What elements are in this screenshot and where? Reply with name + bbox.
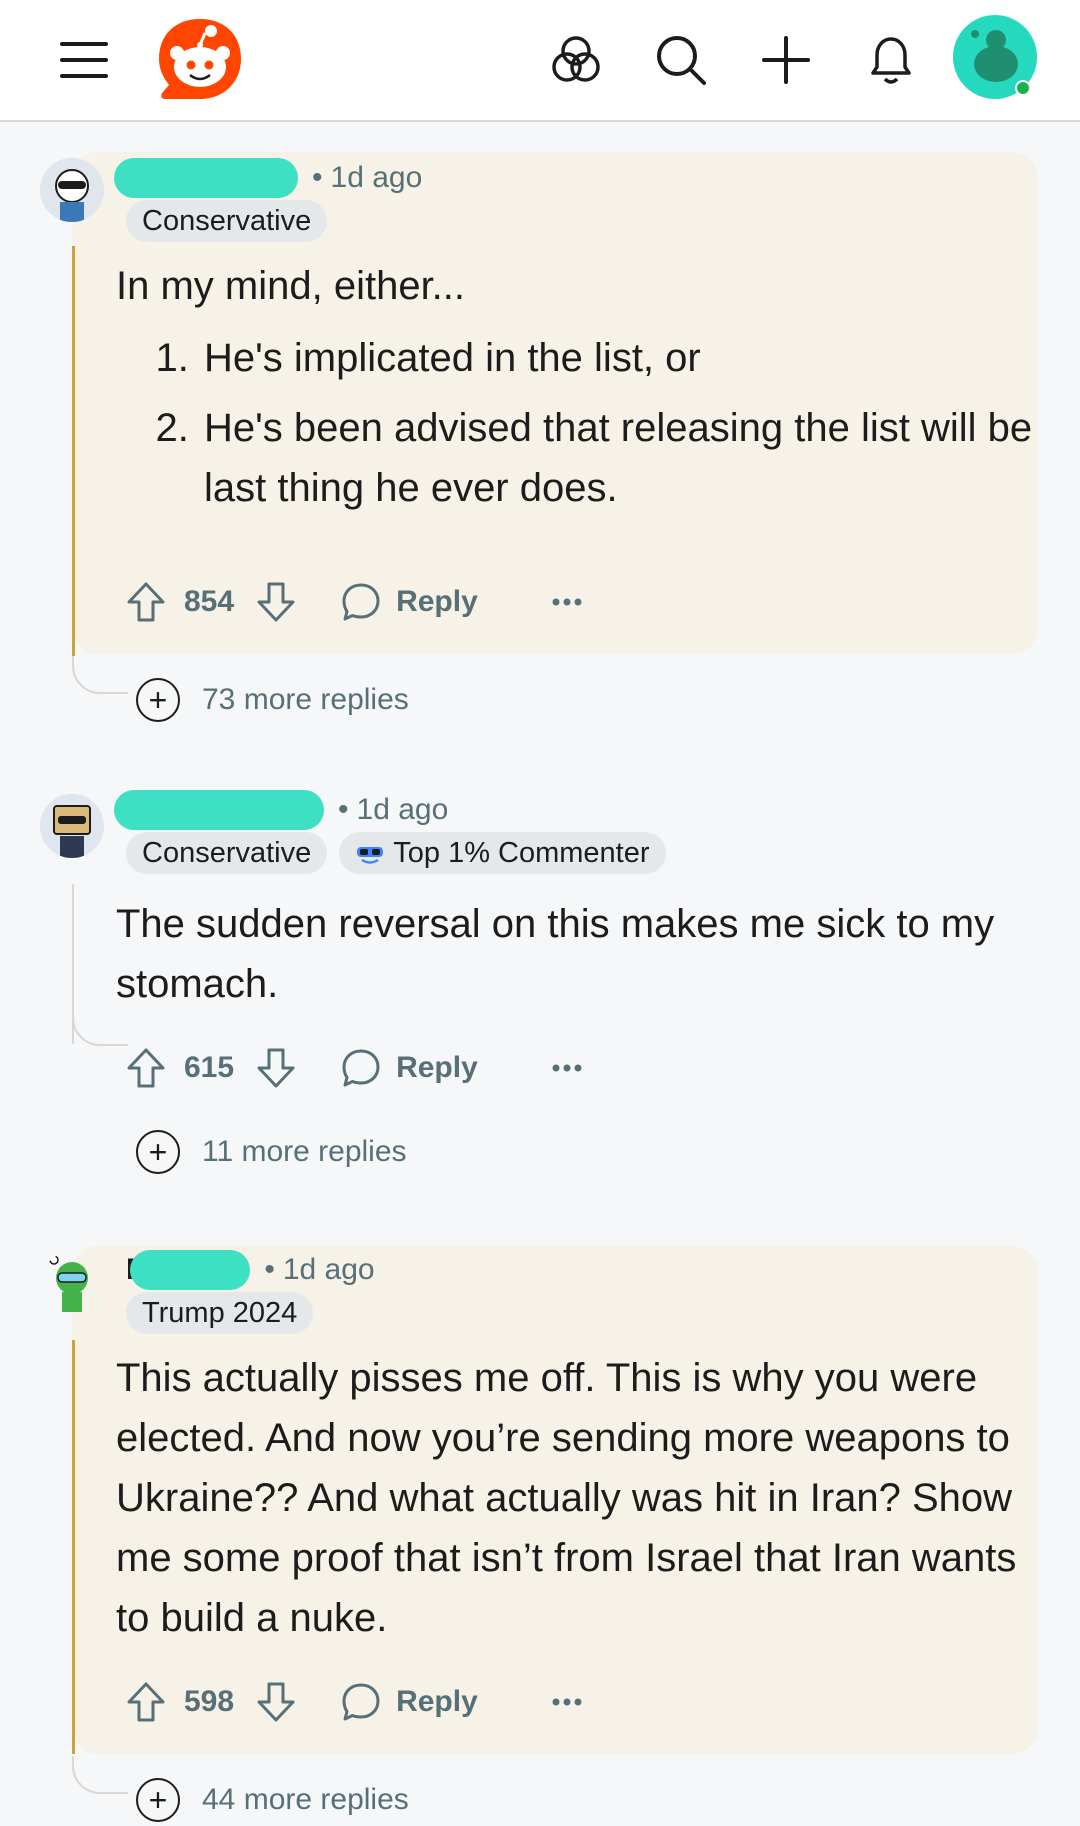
user-flair: Trump 2024 xyxy=(126,1292,314,1334)
profile-avatar[interactable] xyxy=(952,14,1038,100)
thread-connector xyxy=(72,656,128,694)
comment-actions: 854 Reply xyxy=(126,574,582,630)
redacted-username xyxy=(130,1250,251,1290)
user-avatar[interactable] xyxy=(40,158,104,222)
user-avatar[interactable] xyxy=(40,1252,104,1316)
comment-body: The sudden reversal on this makes me sic… xyxy=(116,894,1036,1014)
user-avatar[interactable] xyxy=(40,794,104,858)
more-options-icon[interactable] xyxy=(552,1697,582,1707)
search-icon[interactable] xyxy=(643,22,719,98)
vote-score: 598 xyxy=(184,1685,235,1718)
comment-meta: F • 1d ago xyxy=(114,1250,375,1290)
notifications-icon[interactable] xyxy=(853,22,929,98)
downvote-button[interactable] xyxy=(256,1047,296,1089)
upvote-button[interactable] xyxy=(126,1047,166,1089)
reply-button[interactable]: Reply xyxy=(340,1681,478,1723)
comment-actions: 598 Reply xyxy=(126,1674,582,1730)
thread-connector xyxy=(72,1756,128,1794)
achievement-flair: Top 1% Commenter xyxy=(339,832,666,874)
comment-thread-line xyxy=(72,1340,75,1754)
comment-meta: • 1d ago xyxy=(114,158,422,198)
create-icon[interactable] xyxy=(748,22,824,98)
reply-label: Reply xyxy=(396,1685,478,1718)
comment-time: 1d ago xyxy=(330,161,423,194)
separator-dot: • xyxy=(338,793,349,826)
expand-plus-icon: + xyxy=(136,1130,180,1174)
comment-thread-line xyxy=(72,246,75,656)
upvote-button[interactable] xyxy=(126,1681,166,1723)
comment-list: He's implicated in the list, or He's bee… xyxy=(116,328,1036,518)
achievement-flair-label: Top 1% Commenter xyxy=(393,837,650,869)
comment-body: This actually pisses me off. This is why… xyxy=(116,1348,1036,1648)
downvote-button[interactable] xyxy=(256,1681,296,1723)
comment-body: In my mind, either... He's implicated in… xyxy=(116,256,1036,528)
user-flairs: Conservative xyxy=(126,200,328,242)
comment-actions: 615 Reply xyxy=(126,1040,582,1096)
more-replies-button[interactable]: + 44 more replies xyxy=(136,1776,409,1824)
more-replies-button[interactable]: + 11 more replies xyxy=(136,1128,407,1176)
list-item: He's implicated in the list, or xyxy=(200,328,1036,388)
reply-button[interactable]: Reply xyxy=(340,581,478,623)
expand-plus-icon: + xyxy=(136,678,180,722)
menu-icon[interactable] xyxy=(46,22,122,98)
vote-score: 615 xyxy=(184,1051,235,1084)
vote-score: 854 xyxy=(184,585,235,618)
more-replies-label: 11 more replies xyxy=(202,1135,407,1168)
user-flair: Conservative xyxy=(126,200,328,242)
comment-time: 1d ago xyxy=(356,793,449,826)
more-options-icon[interactable] xyxy=(552,1063,582,1073)
comment-text: This actually pisses me off. This is why… xyxy=(116,1356,1017,1640)
top-commenter-icon xyxy=(357,847,384,864)
reply-label: Reply xyxy=(396,585,478,618)
reddit-logo[interactable] xyxy=(154,14,246,106)
downvote-button[interactable] xyxy=(256,581,296,623)
user-flairs: Conservative Top 1% Commenter xyxy=(126,832,666,874)
communities-icon[interactable] xyxy=(538,22,614,98)
redacted-username xyxy=(114,790,324,830)
comment-meta: • 1d ago xyxy=(114,790,448,830)
top-app-bar xyxy=(0,0,1080,122)
comment-time: 1d ago xyxy=(282,1253,375,1286)
user-flairs: Trump 2024 xyxy=(126,1292,314,1334)
more-options-icon[interactable] xyxy=(552,597,582,607)
separator-dot: • xyxy=(264,1253,275,1286)
reply-label: Reply xyxy=(396,1051,478,1084)
comment-text: In my mind, either... xyxy=(116,264,466,308)
upvote-button[interactable] xyxy=(126,581,166,623)
separator-dot: • xyxy=(312,161,323,194)
expand-plus-icon: + xyxy=(136,1778,180,1822)
reply-button[interactable]: Reply xyxy=(340,1047,478,1089)
more-replies-label: 73 more replies xyxy=(202,683,409,716)
more-replies-button[interactable]: + 73 more replies xyxy=(136,676,409,724)
redacted-username xyxy=(114,158,298,198)
more-replies-label: 44 more replies xyxy=(202,1783,409,1816)
user-flair: Conservative xyxy=(126,832,328,874)
comment-text: The sudden reversal on this makes me sic… xyxy=(116,902,995,1006)
list-item: He's been advised that releasing the lis… xyxy=(200,398,1036,518)
